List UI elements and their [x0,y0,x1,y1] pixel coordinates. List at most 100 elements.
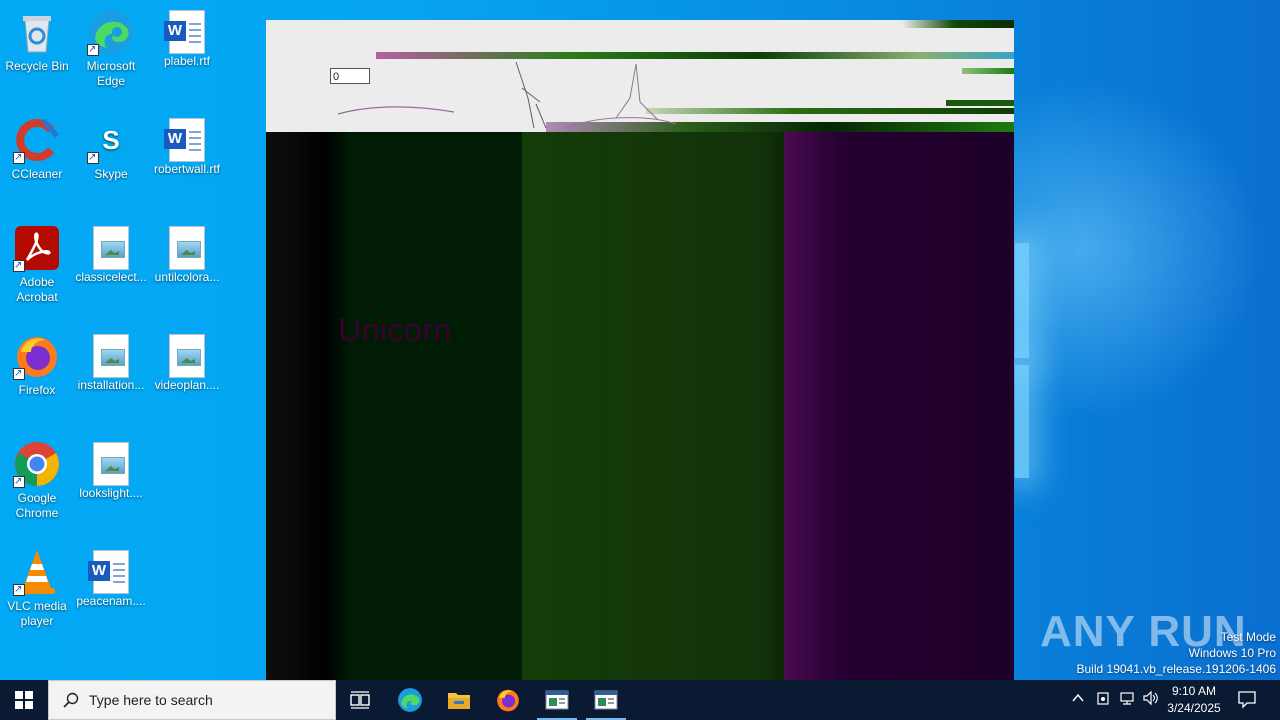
desktop-icon-plabel[interactable]: W plabel.rtf [150,8,224,69]
edge-icon [398,688,422,712]
desktop-icon-microsoft-edge[interactable]: Microsoft Edge [74,8,148,89]
firefox-icon [13,332,61,381]
glitch-column [784,132,1014,700]
desktop-icon-adobe-acrobat[interactable]: Adobe Acrobat [0,224,74,305]
app-content-area: Unicorn [266,132,1014,700]
image-file-icon [169,226,205,270]
image-file-icon [93,442,129,486]
file-explorer-icon [448,693,470,709]
word-document-icon: W [164,10,205,54]
search-icon [63,692,79,708]
glitch-stripe [946,100,1014,106]
show-hidden-icons-chevron-icon[interactable] [1068,690,1088,710]
app-input-field[interactable]: 0 [330,68,370,84]
glitch-column [350,132,522,700]
desktop-icon-videoplan[interactable]: videoplan.... [150,332,224,393]
action-center-notification-icon[interactable] [1237,689,1257,709]
image-file-icon [93,334,129,378]
shortcut-arrow-icon [87,150,99,165]
windows-start-icon [15,691,33,709]
watermark-line: Test Mode [1220,630,1276,644]
taskbar-app-window-button[interactable] [582,680,630,720]
desktop-icon-recycle-bin[interactable]: Recycle Bin [0,8,74,74]
glitch-column [266,132,350,700]
desktop-icon-label: videoplan.... [154,378,220,392]
image-file-icon [169,334,205,378]
recycle-bin-icon [13,8,61,56]
desktop-icon-label: Skype [94,167,128,181]
desktop-icon-label: untilcolora... [154,270,220,284]
taskbar-firefox-button[interactable] [484,680,532,720]
edge-icon [87,8,135,57]
app-window[interactable]: 0 Unicorn [266,20,1014,700]
app-window-icon [545,690,569,710]
desktop-icon-robertwall[interactable]: W robertwall.rtf [150,116,224,177]
taskbar-clock[interactable]: 9:10 AM 3/24/2025 [1160,683,1228,717]
glitch-stripe [646,108,1014,114]
svg-text:S: S [102,125,119,155]
desktop-icon-vlc[interactable]: VLC media player [0,548,74,629]
app-window-icon [594,690,618,710]
desktop-icon-skype[interactable]: S Skype [74,116,148,182]
clock-time: 9:10 AM [1171,684,1217,698]
desktop-icon-installation[interactable]: installation... [74,332,148,393]
windows-logo-pane [1015,243,1029,358]
windows-logo-pane [1015,365,1029,478]
watermark-line: Windows 10 Pro [1188,646,1276,660]
firefox-icon [497,689,519,712]
task-view-button[interactable] [336,680,384,720]
taskbar-search-box[interactable]: Type here to search [48,680,336,720]
task-view-icon [350,691,370,709]
glitch-stripe [962,68,1014,74]
desktop-icon-label: CCleaner [11,167,63,181]
word-document-icon: W [88,550,129,594]
ccleaner-icon [13,116,61,165]
clock-date: 3/24/2025 [1167,701,1221,715]
desktop-icon-label: robertwall.rtf [153,162,221,176]
desktop-icon-classicelect[interactable]: classicelect... [74,224,148,285]
desktop-icon-label: plabel.rtf [163,54,211,68]
glitch-stripe [376,52,1014,59]
shortcut-arrow-icon [13,150,25,165]
word-document-icon: W [164,118,205,162]
desktop-icon-label: Microsoft Edge [86,59,136,88]
network-icon[interactable] [1117,690,1137,710]
shortcut-arrow-icon [87,42,99,57]
taskbar-app-window-button[interactable] [533,680,581,720]
image-file-icon [93,226,129,270]
desktop-icon-label: classicelect... [75,270,147,284]
shortcut-arrow-icon [13,474,25,489]
app-unicorn-text: Unicorn [338,312,452,348]
app-header-area: 0 [266,20,1014,132]
desktop-icon-ccleaner[interactable]: CCleaner [0,116,74,182]
start-button[interactable] [0,680,48,720]
watermark-line: Build 19041.vb_release.191206-1406 [1076,662,1277,676]
desktop-icon-label: VLC media player [7,599,67,628]
search-placeholder: Type here to search [89,692,213,708]
desktop-icon-untilcolora[interactable]: untilcolora... [150,224,224,285]
acrobat-icon [13,224,61,273]
desktop-icon-google-chrome[interactable]: Google Chrome [0,440,74,521]
vlc-icon [13,548,61,597]
windows-build-watermark: Test Mode Windows 10 Pro Build 19041.vb_… [1077,629,1277,677]
shortcut-arrow-icon [13,582,25,597]
shortcut-arrow-icon [13,258,25,273]
sketch-graphic [515,61,676,129]
glitch-stripe [266,20,1014,28]
chrome-icon [13,440,61,489]
taskbar: Type here to search 9:10 AM 3/24/2025 [0,680,1280,720]
device-tray-icon[interactable] [1093,690,1113,710]
sketch-graphic [337,106,455,115]
desktop-icon-label: installation... [77,378,145,392]
taskbar-file-explorer-button[interactable] [435,680,483,720]
volume-icon[interactable] [1141,690,1161,710]
desktop-icon-label: lookslight.... [79,486,143,500]
desktop-icon-firefox[interactable]: Firefox [0,332,74,398]
desktop-icon-peacenam[interactable]: W peacenam.... [74,548,148,609]
desktop-icon-lookslight[interactable]: lookslight.... [74,440,148,501]
taskbar-edge-button[interactable] [386,680,434,720]
desktop-icon-label: Google Chrome [15,491,59,520]
desktop-icon-label: Firefox [18,383,56,397]
skype-icon: S [87,116,135,165]
desktop-icon-label: peacenam.... [76,594,146,608]
